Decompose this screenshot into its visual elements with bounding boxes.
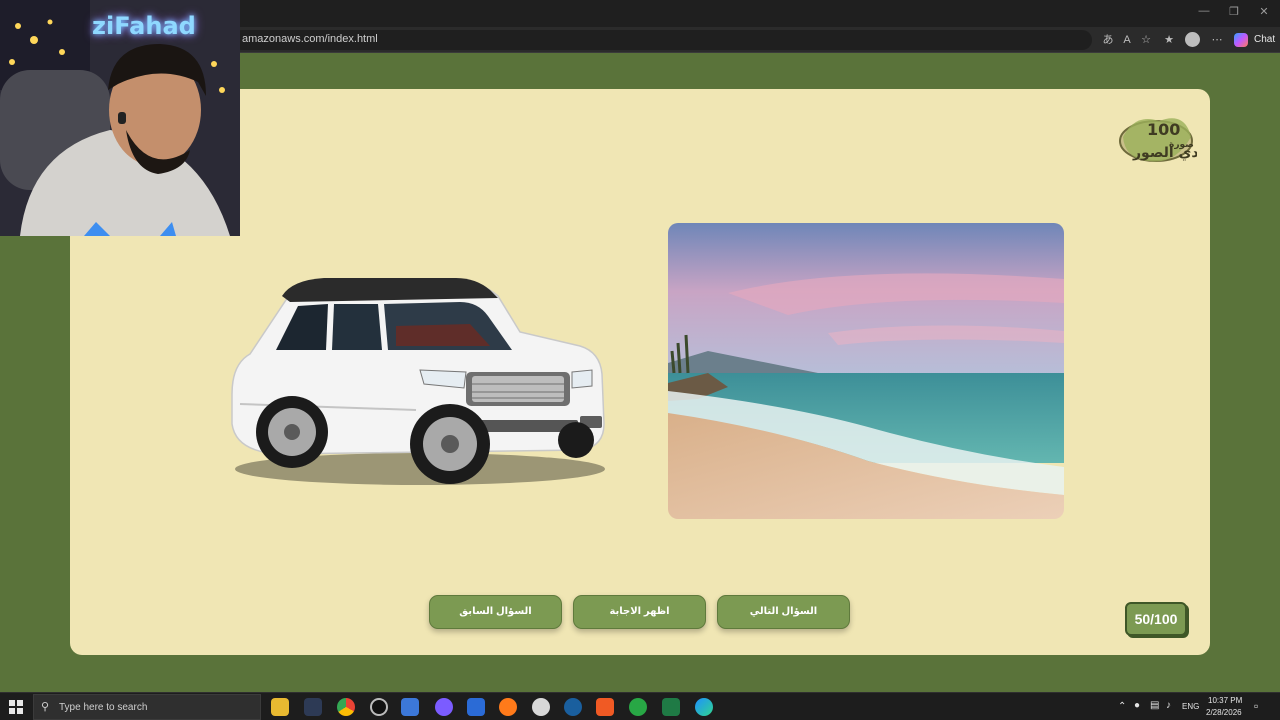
tray-chevron-icon[interactable]: ⌃ [1118,701,1126,712]
search-placeholder: Type here to search [59,702,148,713]
xbox-icon[interactable] [629,698,647,716]
language-indicator[interactable]: ENG [1182,702,1199,711]
url-text: amazonaws.com/index.html [242,33,378,45]
previous-question-button[interactable]: السؤال السابق [429,595,562,629]
show-answer-button[interactable]: اظهر الاجابة [573,595,706,629]
word-icon[interactable] [467,698,485,716]
minimize-icon[interactable]: — [1194,5,1214,17]
more-icon[interactable]: ⋯ [1209,32,1225,48]
logo-number: 100 [1147,120,1180,139]
screen: — ❐ ✕ amazonaws.com/index.html あ A ☆ ★ ⋯… [0,0,1280,720]
beach-image [668,223,1064,519]
webcam-overlay: ziFahad [0,0,240,236]
next-question-button[interactable]: السؤال التالي [717,595,850,629]
favorite-star-icon[interactable]: ☆ [1138,32,1154,48]
favorites-icon[interactable]: ★ [1161,32,1177,48]
game-logo: 100 تحدي الصور صورة [1115,107,1215,171]
clock-date[interactable]: 2/28/2026 [1206,708,1242,717]
discord-icon[interactable] [435,698,453,716]
volume-icon[interactable]: ♪ [1166,700,1171,711]
taskbar: ⚲ Type here to search ⌃ ● ▤ ♪ ENG 10:37 … [0,692,1280,720]
store-icon[interactable] [401,698,419,716]
search-icon: ⚲ [41,701,50,713]
edge-icon[interactable] [695,698,713,716]
address-bar[interactable]: amazonaws.com/index.html [232,30,1092,50]
translate-icon[interactable]: あ [1100,32,1116,48]
microphone-icon[interactable]: ● [1134,700,1140,711]
windows-start-icon[interactable] [9,700,23,714]
chrome-icon[interactable] [337,698,355,716]
profile-icon[interactable] [1185,32,1200,47]
app-icon[interactable] [304,698,322,716]
file-explorer-icon[interactable] [271,698,289,716]
question-counter: 50/100 [1125,602,1187,636]
firefox-icon[interactable] [499,698,517,716]
chat-label[interactable]: Chat [1254,34,1275,45]
app-icon[interactable] [532,698,550,716]
brave-icon[interactable] [596,698,614,716]
read-aloud-icon[interactable]: A [1119,32,1135,48]
logo-subtitle: صورة [1169,140,1194,150]
restore-icon[interactable]: ❐ [1224,5,1244,18]
clock-time[interactable]: 10:37 PM [1208,696,1242,705]
copilot-icon[interactable] [1234,33,1248,47]
taskbar-search[interactable]: ⚲ Type here to search [33,694,261,720]
excel-icon[interactable] [662,698,680,716]
streamer-name: ziFahad [92,12,196,40]
steam-icon[interactable] [564,698,582,716]
car-image [220,254,620,494]
network-icon[interactable]: ▤ [1150,700,1159,711]
notifications-icon[interactable]: ▫ [1254,699,1258,713]
obs-icon[interactable] [370,698,388,716]
close-icon[interactable]: ✕ [1254,5,1274,18]
game-card: 100 تحدي الصور صورة [70,89,1215,655]
